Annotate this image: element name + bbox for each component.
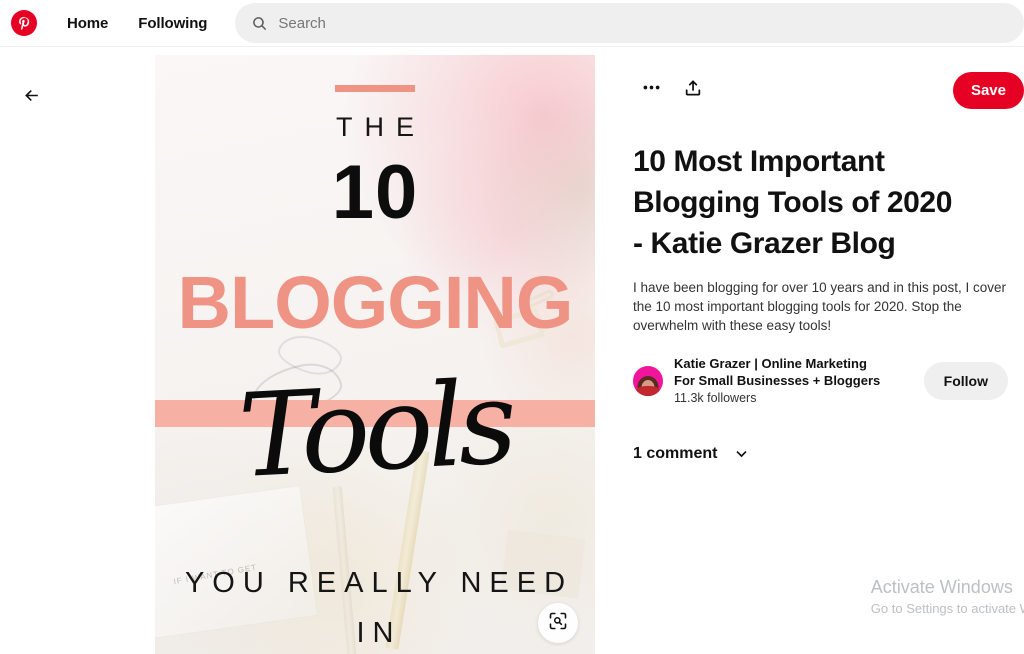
arrow-left-icon bbox=[22, 86, 41, 110]
author-info: Katie Grazer | Online Marketing For Smal… bbox=[674, 355, 924, 407]
search-container bbox=[235, 3, 1024, 43]
pinterest-pin-closeup-page: Home Following Search IF I WANT TO GET T… bbox=[0, 0, 1024, 654]
avatar[interactable] bbox=[633, 366, 663, 396]
pin-text-the: THE bbox=[336, 112, 426, 142]
share-button[interactable] bbox=[675, 72, 711, 108]
pin-text-number: 10 bbox=[331, 150, 419, 235]
pinterest-home-logo-button[interactable] bbox=[2, 1, 46, 45]
pin-text-you-really-need: YOU REALLY NEED bbox=[184, 567, 574, 599]
pin-action-toolbar: Save bbox=[633, 55, 1024, 117]
more-horizontal-icon bbox=[641, 77, 662, 103]
pin-image[interactable]: IF I WANT TO GET THE 10 BLOGGING Tools Y… bbox=[155, 55, 595, 654]
pin-description: I have been blogging for over 10 years a… bbox=[633, 280, 1006, 333]
comments-toggle[interactable]: 1 comment bbox=[633, 440, 768, 468]
pin-text-tools-script: Tools bbox=[235, 355, 515, 505]
visual-search-button[interactable] bbox=[538, 603, 578, 643]
pin-details-panel: Save 10 Most Important Blogging Tools of… bbox=[595, 55, 1024, 654]
comment-count-label: 1 comment bbox=[633, 445, 718, 462]
search-icon bbox=[251, 15, 268, 32]
author-follower-count: 11.3k followers bbox=[674, 391, 757, 405]
nav-item-home[interactable]: Home bbox=[52, 6, 123, 41]
pin-title: 10 Most Important Blogging Tools of 2020… bbox=[633, 145, 952, 260]
search-input[interactable] bbox=[278, 4, 1024, 42]
chevron-down-icon[interactable] bbox=[727, 440, 755, 468]
avatar-body bbox=[636, 386, 660, 396]
share-upload-icon bbox=[683, 78, 703, 103]
pinterest-logo-icon bbox=[11, 10, 37, 36]
pin-author-row: Katie Grazer | Online Marketing For Smal… bbox=[633, 355, 1008, 407]
visual-search-icon bbox=[548, 611, 568, 636]
pin-text-blogging: BLOGGING bbox=[177, 261, 574, 344]
pin-closeup-container: IF I WANT TO GET THE 10 BLOGGING Tools Y… bbox=[155, 55, 1024, 654]
more-options-button[interactable] bbox=[633, 72, 669, 108]
top-navigation-bar: Home Following bbox=[0, 0, 1024, 47]
save-button[interactable]: Save bbox=[952, 71, 1024, 109]
pin-divider-rule bbox=[335, 85, 415, 92]
back-button[interactable] bbox=[14, 81, 48, 115]
follow-button[interactable]: Follow bbox=[923, 362, 1008, 400]
nav-item-following[interactable]: Following bbox=[123, 6, 222, 41]
search-bar[interactable] bbox=[235, 3, 1024, 43]
author-name[interactable]: Katie Grazer | Online Marketing For Smal… bbox=[674, 355, 884, 389]
